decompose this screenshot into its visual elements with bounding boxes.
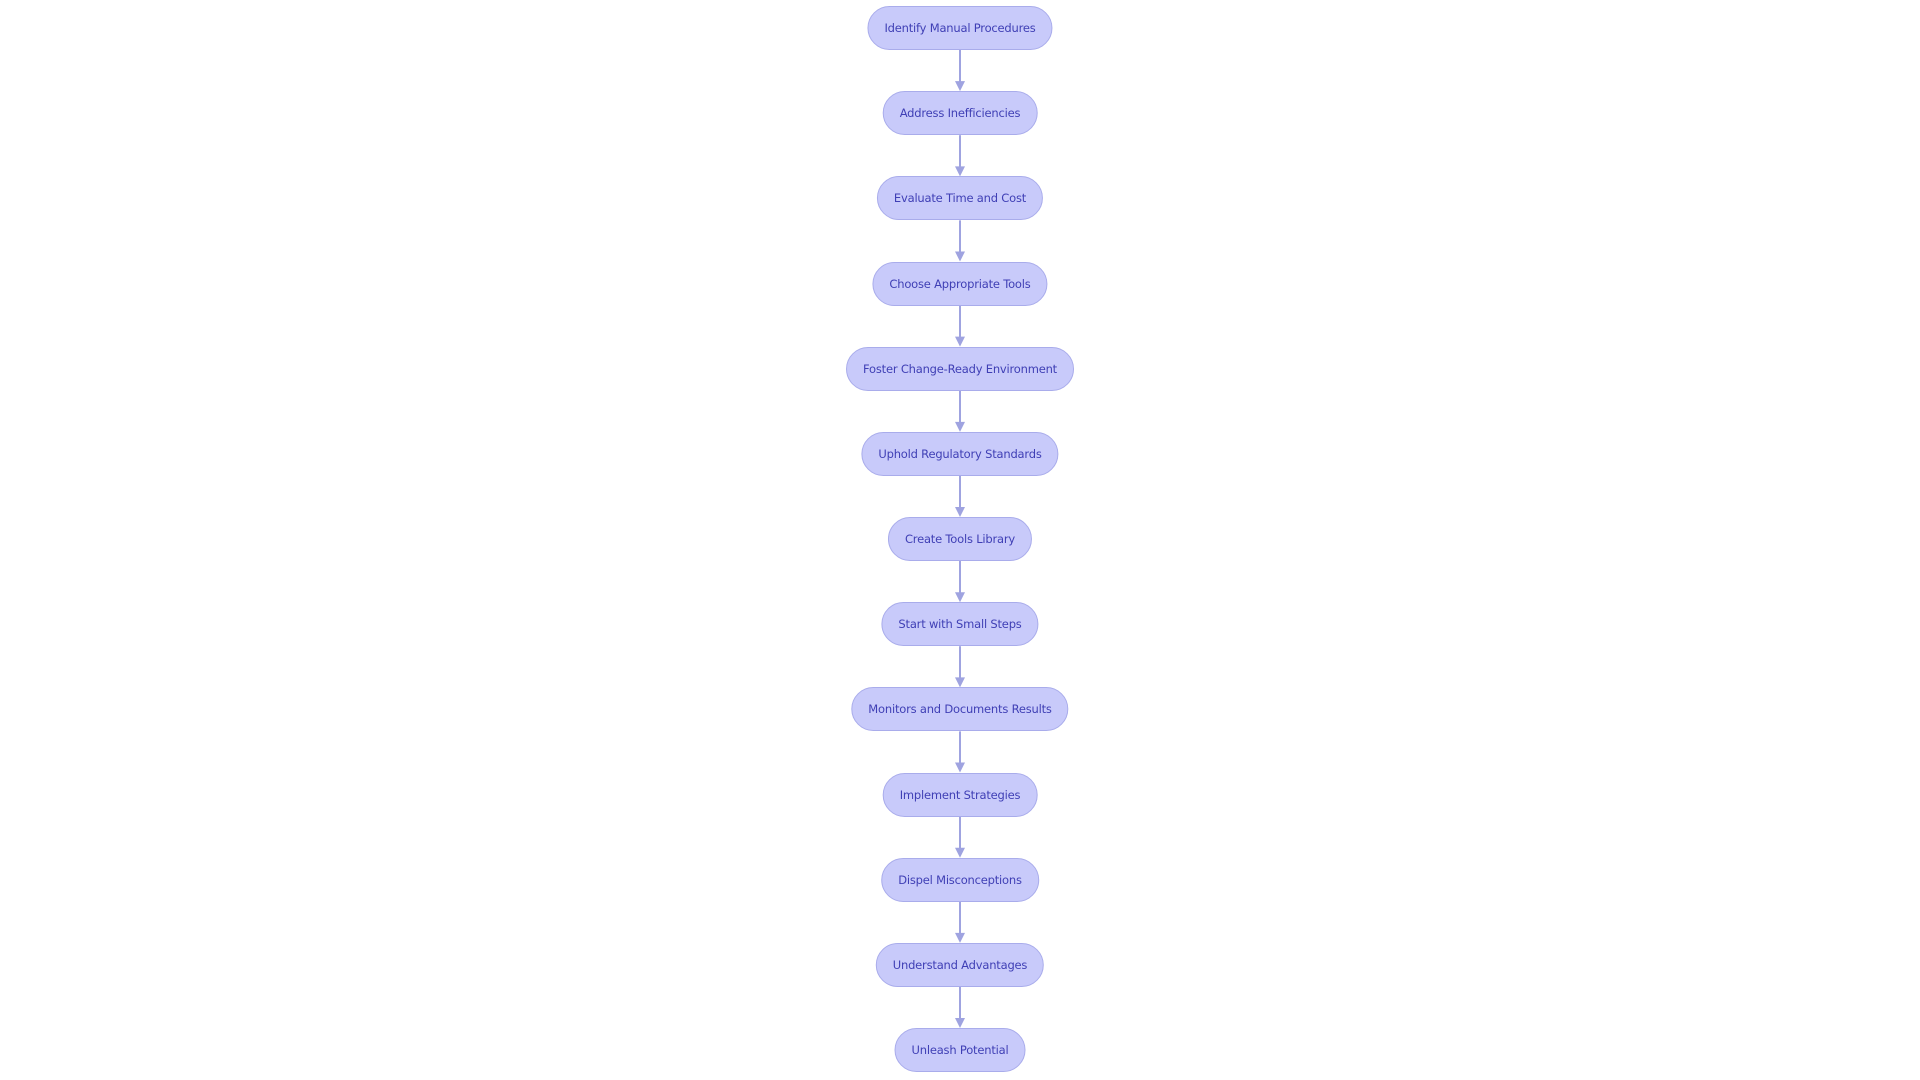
node-evaluate-time-and-cost: Evaluate Time and Cost — [876, 176, 1044, 221]
arrowhead-icon — [955, 762, 965, 773]
node-uphold-regulatory-standards: Uphold Regulatory Standards — [861, 431, 1059, 476]
arrowhead-icon — [955, 421, 965, 432]
edge-n12-n13 — [955, 986, 965, 1029]
node-identify-manual-procedures: Identify Manual Procedures — [867, 6, 1053, 50]
edge-n2-n3 — [955, 135, 965, 177]
edge-n8-n9 — [955, 646, 965, 688]
arrowhead-icon — [955, 336, 965, 347]
edge-n10-n11 — [955, 816, 965, 858]
node-address-inefficiencies: Address Inefficiencies — [882, 91, 1038, 136]
arrowhead-icon — [955, 847, 965, 858]
flowchart: Identify Manual Procedures Address Ineff… — [0, 0, 1920, 1080]
edge-n4-n5 — [955, 305, 965, 347]
edge-n9-n10 — [955, 731, 965, 773]
node-create-tools-library: Create Tools Library — [887, 517, 1033, 562]
edge-n5-n6 — [955, 390, 965, 432]
edge-n7-n8 — [955, 561, 965, 603]
node-choose-appropriate-tools: Choose Appropriate Tools — [872, 261, 1048, 306]
arrowhead-icon — [955, 1018, 965, 1029]
node-dispel-misconceptions: Dispel Misconceptions — [881, 857, 1039, 902]
arrowhead-icon — [955, 677, 965, 688]
edge-n3-n4 — [955, 220, 965, 262]
node-start-with-small-steps: Start with Small Steps — [881, 602, 1039, 647]
edge-n6-n7 — [955, 475, 965, 518]
node-understand-advantages: Understand Advantages — [875, 942, 1045, 987]
node-implement-strategies: Implement Strategies — [882, 772, 1038, 817]
node-unleash-potential: Unleash Potential — [894, 1028, 1026, 1073]
edge-n1-n2 — [955, 50, 965, 92]
arrowhead-icon — [955, 81, 965, 92]
edge-n11-n12 — [955, 901, 965, 943]
node-foster-change-ready-environment: Foster Change-Ready Environment — [846, 346, 1074, 391]
arrowhead-icon — [955, 507, 965, 518]
arrowhead-icon — [955, 166, 965, 177]
node-monitors-and-documents-results: Monitors and Documents Results — [851, 687, 1069, 732]
arrowhead-icon — [955, 251, 965, 262]
arrowhead-icon — [955, 932, 965, 943]
arrowhead-icon — [955, 592, 965, 603]
